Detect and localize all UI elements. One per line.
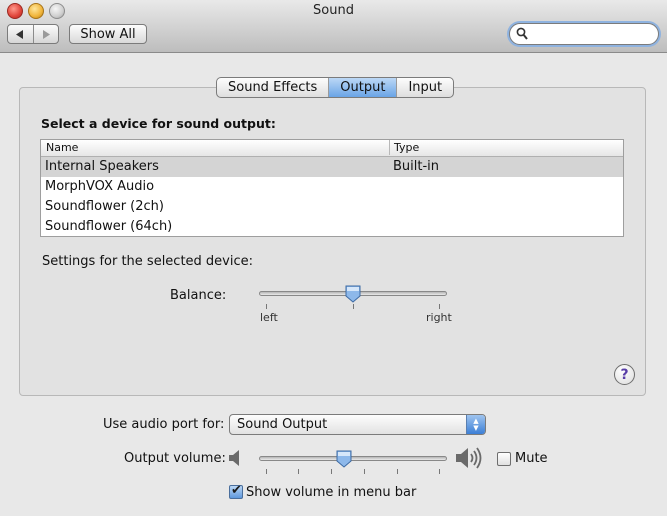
audio-port-value: Sound Output — [237, 417, 328, 432]
volume-tick — [439, 469, 440, 474]
balance-slider-thumb[interactable] — [345, 285, 361, 303]
table-row[interactable]: Internal Speakers Built-in — [41, 157, 623, 177]
device-heading: Select a device for sound output: — [41, 116, 276, 131]
back-forward-control — [7, 24, 59, 44]
volume-tick — [331, 469, 332, 474]
balance-right-label: right — [426, 311, 452, 324]
volume-tick — [266, 469, 267, 474]
device-name: MorphVOX Audio — [45, 179, 155, 194]
balance-tick — [439, 304, 440, 309]
balance-left-label: left — [260, 311, 278, 324]
show-volume-checkbox[interactable]: ✔ — [229, 483, 243, 499]
audio-port-select[interactable]: Sound Output ▲ ▼ — [229, 414, 486, 435]
search-input[interactable] — [530, 26, 650, 42]
tab-sound-effects[interactable]: Sound Effects — [217, 78, 328, 97]
help-button[interactable]: ? — [614, 364, 635, 385]
mute-checkbox[interactable] — [497, 452, 511, 466]
audio-port-label: Use audio port for: — [103, 417, 225, 432]
volume-slider-track[interactable] — [259, 456, 447, 461]
table-row[interactable]: Soundflower (2ch) — [41, 197, 623, 217]
column-header-name[interactable]: Name — [46, 141, 78, 154]
device-type: Built-in — [393, 159, 440, 174]
balance-tick — [353, 304, 354, 309]
settings-heading: Settings for the selected device: — [42, 254, 254, 269]
tab-output[interactable]: Output — [328, 78, 397, 97]
search-field[interactable] — [509, 23, 659, 45]
device-table: Name Type Internal Speakers Built-in Mor… — [40, 139, 624, 237]
volume-tick — [298, 469, 299, 474]
question-mark-icon: ? — [620, 366, 629, 383]
show-volume-label: Show volume in menu bar — [246, 485, 417, 500]
show-all-button[interactable]: Show All — [69, 24, 147, 44]
window-title: Sound — [313, 3, 354, 18]
device-name: Internal Speakers — [45, 159, 159, 174]
mute-label: Mute — [515, 451, 548, 466]
search-icon — [516, 27, 528, 40]
balance-tick — [266, 304, 267, 309]
forward-button[interactable] — [32, 25, 59, 43]
output-volume-label: Output volume: — [124, 451, 226, 466]
balance-label: Balance: — [170, 288, 227, 303]
volume-tick — [397, 469, 398, 474]
table-row[interactable]: Soundflower (64ch) — [41, 217, 623, 237]
left-arrow-icon — [15, 29, 23, 39]
table-row[interactable]: MorphVOX Audio — [41, 177, 623, 197]
device-name: Soundflower (64ch) — [45, 219, 173, 234]
checkmark-icon: ✔ — [231, 483, 242, 498]
device-name: Soundflower (2ch) — [45, 199, 164, 214]
tab-input[interactable]: Input — [396, 78, 453, 97]
speaker-quiet-icon — [229, 450, 239, 466]
back-button[interactable] — [8, 25, 33, 43]
volume-slider-thumb[interactable] — [336, 450, 352, 468]
column-header-type[interactable]: Type — [389, 140, 419, 155]
volume-tick — [364, 469, 365, 474]
title-bar: Sound Show All — [0, 0, 667, 53]
output-panel — [19, 87, 646, 396]
tab-bar: Sound Effects Output Input — [216, 77, 455, 98]
right-arrow-icon — [43, 29, 51, 39]
speaker-loud-icon — [456, 447, 482, 469]
table-header: Name Type — [41, 140, 623, 157]
select-arrows-icon: ▲ ▼ — [466, 415, 485, 434]
